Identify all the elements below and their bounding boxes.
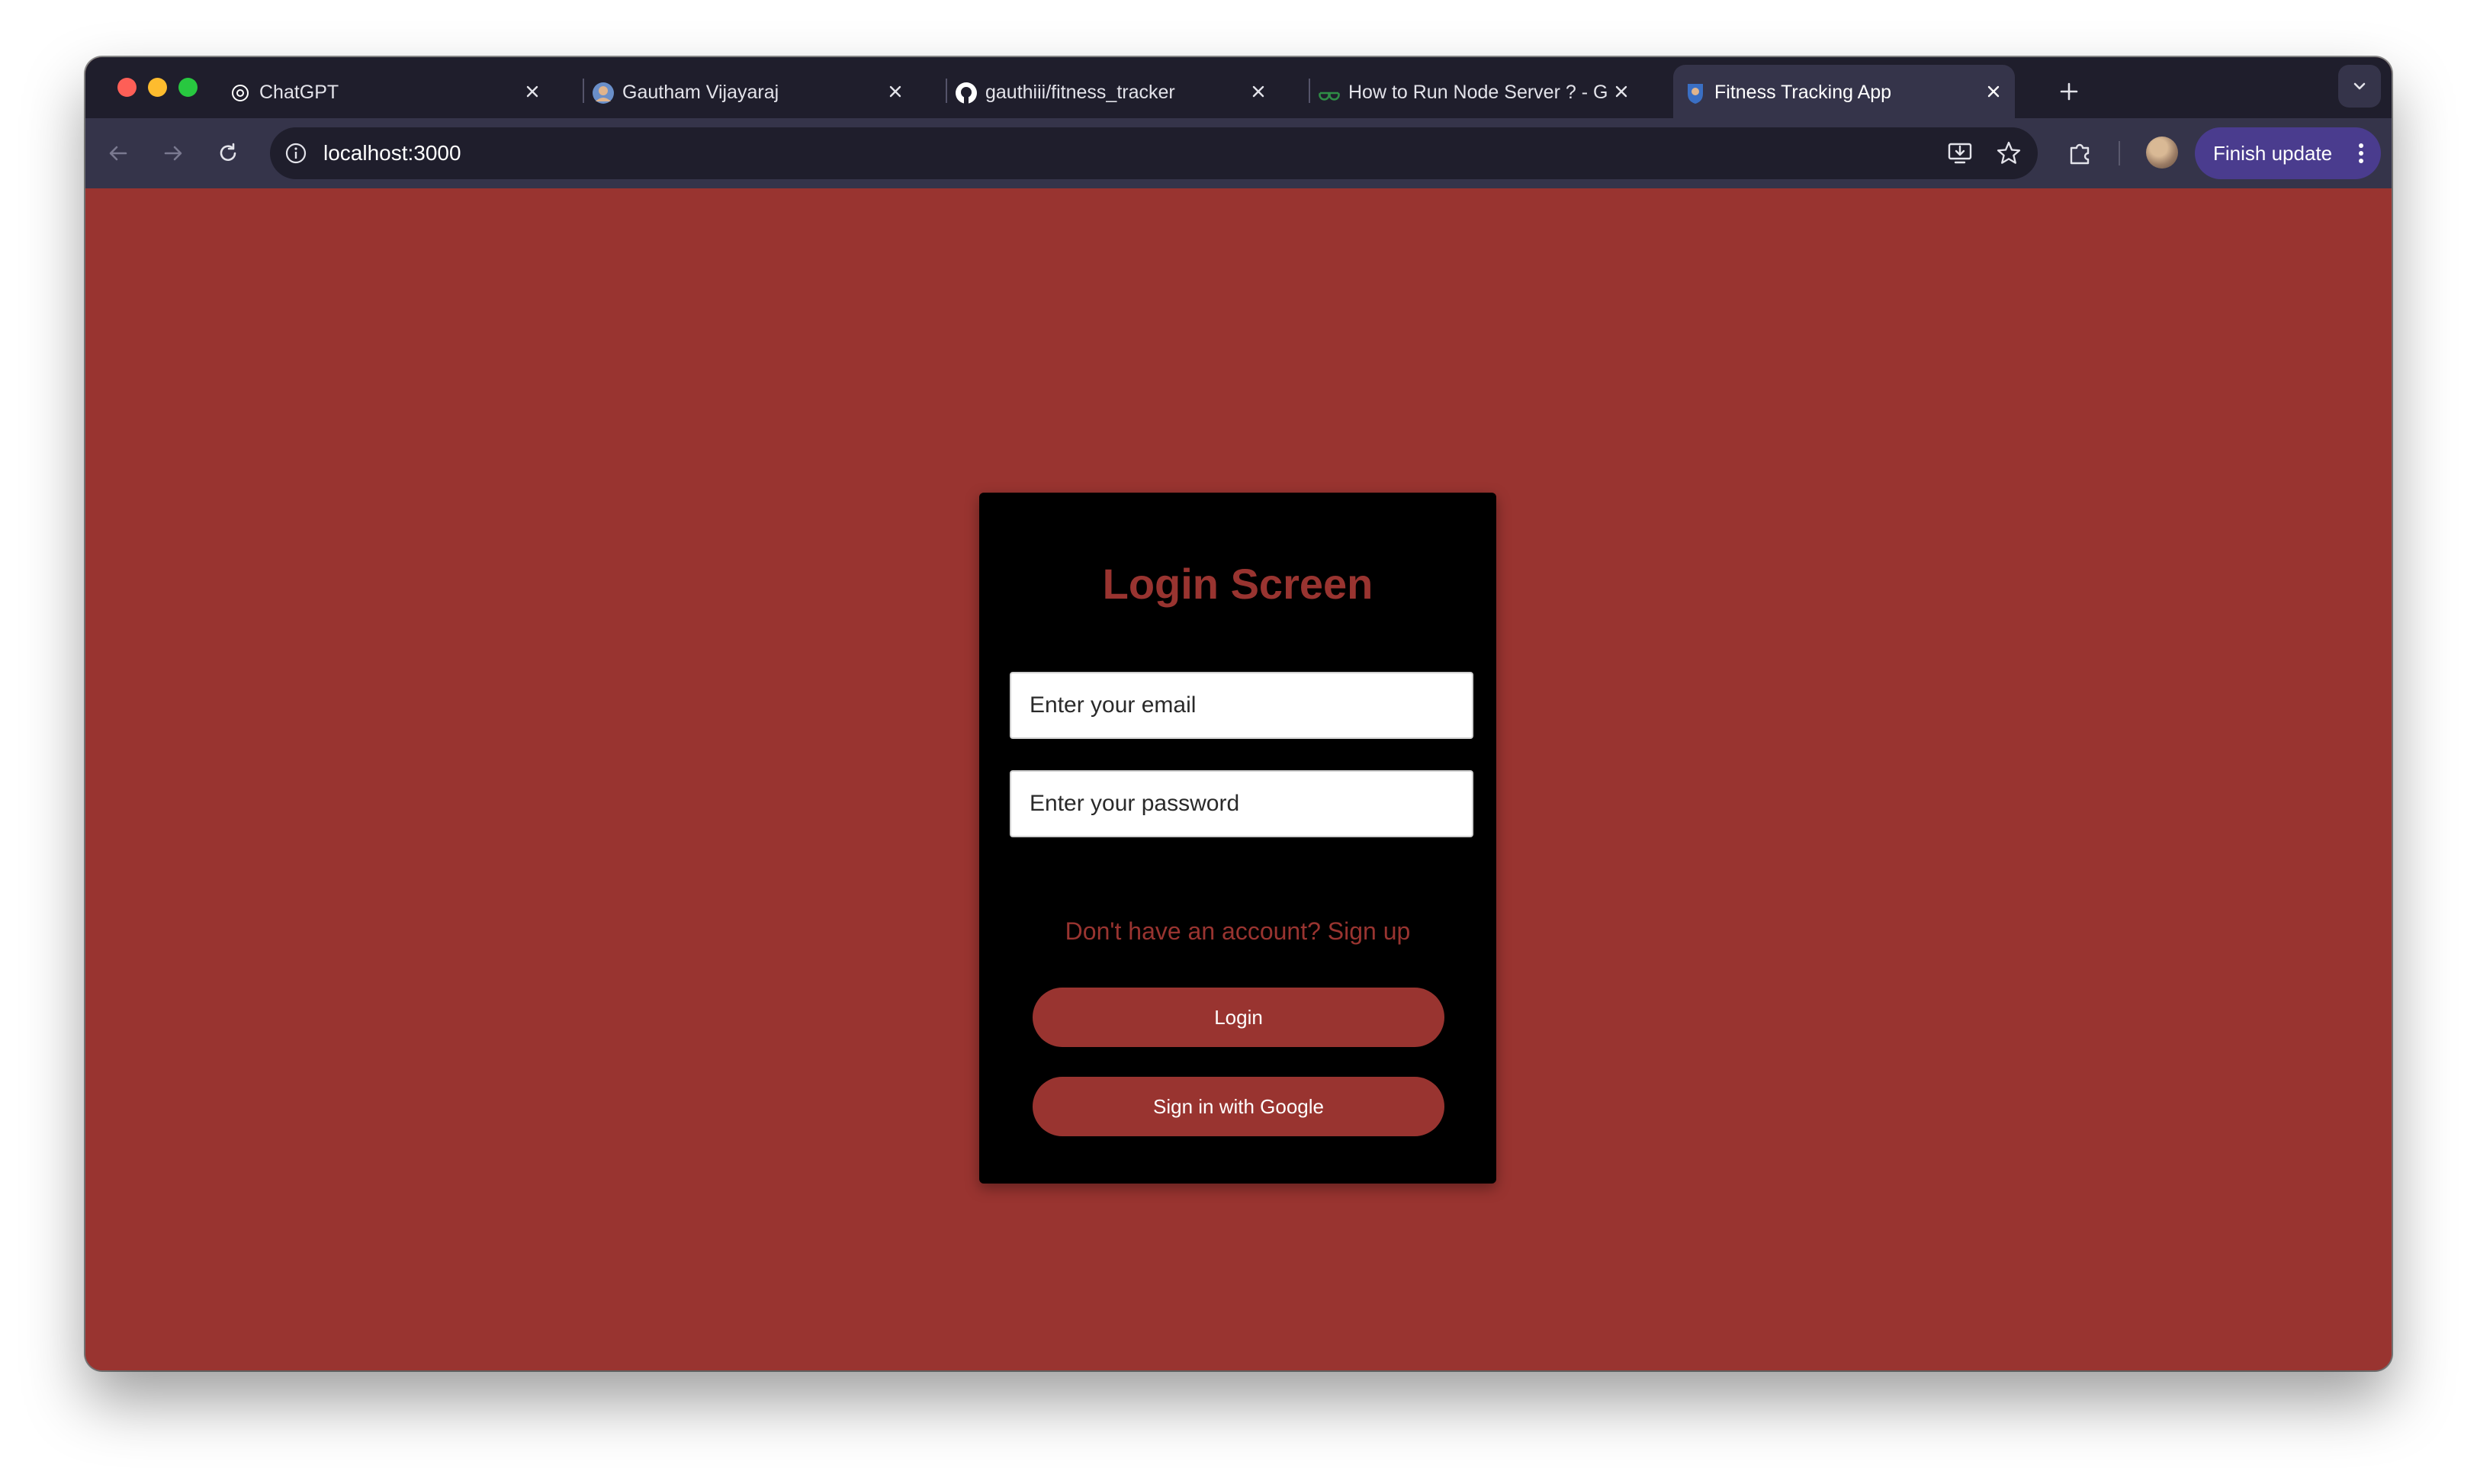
new-tab-icon[interactable] bbox=[2050, 72, 2088, 111]
reload-icon[interactable] bbox=[209, 134, 247, 172]
forward-arrow-icon[interactable] bbox=[154, 134, 192, 172]
tab-title: ChatGPT bbox=[259, 82, 339, 103]
site-info-icon[interactable] bbox=[282, 140, 310, 167]
url-text[interactable]: localhost:3000 bbox=[323, 142, 461, 165]
tab-fitness-tracking-app[interactable]: Fitness Tracking App bbox=[1673, 65, 2015, 118]
finish-update-label: Finish update bbox=[2213, 142, 2333, 165]
avatar-icon bbox=[592, 82, 615, 104]
toolbar-separator bbox=[2119, 141, 2120, 165]
tab-gautham-vijayaraj[interactable]: Gautham Vijayaraj bbox=[581, 65, 917, 118]
profile-avatar[interactable] bbox=[2146, 137, 2178, 169]
browser-window: ChatGPT Gautham Vijayaraj gauthiii/fitne… bbox=[85, 57, 2392, 1370]
tab-title: How to Run Node Server ? - G bbox=[1348, 82, 1608, 103]
login-button[interactable]: Login bbox=[1033, 988, 1444, 1047]
close-icon[interactable] bbox=[883, 79, 908, 104]
browser-toolbar: localhost:3000 Finish update bbox=[85, 118, 2392, 188]
close-icon[interactable] bbox=[520, 79, 545, 104]
tab-chatgpt[interactable]: ChatGPT bbox=[218, 65, 554, 118]
tab-title: Fitness Tracking App bbox=[1714, 82, 1892, 103]
close-icon[interactable] bbox=[1246, 79, 1271, 104]
extensions-puzzle-icon[interactable] bbox=[2061, 133, 2100, 173]
tab-github-fitness-tracker[interactable]: gauthiii/fitness_tracker bbox=[944, 65, 1280, 118]
chatgpt-icon bbox=[229, 82, 252, 104]
page-content: Login Screen Don't have an account? Sign… bbox=[85, 188, 2392, 1370]
tab-search-chevron-icon[interactable] bbox=[2338, 65, 2381, 108]
address-bar[interactable]: localhost:3000 bbox=[270, 127, 2038, 179]
tab-strip: ChatGPT Gautham Vijayaraj gauthiii/fitne… bbox=[85, 57, 2392, 118]
minimize-window-button[interactable] bbox=[148, 78, 167, 97]
login-card: Login Screen Don't have an account? Sign… bbox=[979, 493, 1496, 1184]
tab-title: gauthiii/fitness_tracker bbox=[985, 82, 1175, 103]
close-window-button[interactable] bbox=[117, 78, 137, 97]
maximize-window-button[interactable] bbox=[178, 78, 198, 97]
email-input[interactable] bbox=[1010, 672, 1473, 739]
github-icon bbox=[955, 82, 978, 104]
install-app-icon[interactable] bbox=[1945, 138, 1975, 169]
close-icon[interactable] bbox=[1609, 79, 1634, 104]
geeksforgeeks-icon bbox=[1318, 82, 1341, 104]
login-title: Login Screen bbox=[1102, 560, 1373, 608]
signup-link[interactable]: Don't have an account? Sign up bbox=[979, 916, 1496, 946]
password-input[interactable] bbox=[1010, 770, 1473, 837]
app-favicon-icon bbox=[1684, 82, 1707, 104]
more-menu-icon[interactable] bbox=[2353, 140, 2369, 167]
tab-node-server[interactable]: How to Run Node Server ? - G bbox=[1307, 65, 1643, 118]
close-icon[interactable] bbox=[1981, 79, 2006, 104]
tab-title: Gautham Vijayaraj bbox=[622, 82, 779, 103]
back-arrow-icon[interactable] bbox=[99, 134, 137, 172]
bookmark-star-icon[interactable] bbox=[1993, 138, 2024, 169]
google-signin-button[interactable]: Sign in with Google bbox=[1033, 1077, 1444, 1136]
finish-update-button[interactable]: Finish update bbox=[2195, 127, 2381, 179]
